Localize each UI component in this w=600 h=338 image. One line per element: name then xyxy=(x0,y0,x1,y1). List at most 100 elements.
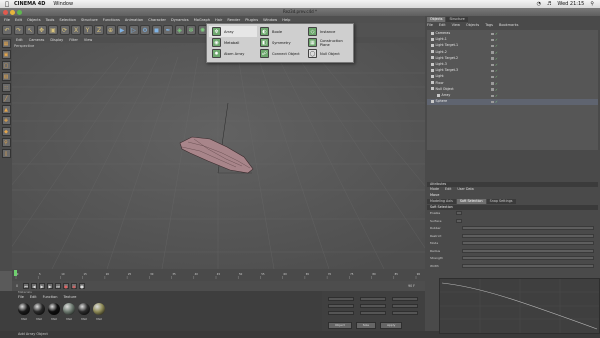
object-row[interactable]: Sphere ✓ xyxy=(427,99,598,105)
palette-item-array[interactable]: ✼ Array xyxy=(209,26,257,37)
menu-plugins[interactable]: Plugins xyxy=(245,18,258,22)
attribute-field[interactable] xyxy=(462,241,594,245)
object-row[interactable]: Light Target.3 ✓ xyxy=(427,68,598,74)
material-swatch[interactable] xyxy=(33,303,45,315)
next-key-icon[interactable]: ▶ xyxy=(47,283,54,289)
attributes-menu-user-data[interactable]: User Data xyxy=(457,187,473,191)
materials-menu-edit[interactable]: Edit xyxy=(30,295,37,299)
rot-p-field[interactable] xyxy=(392,304,418,308)
object-row[interactable]: Cameras ✓ xyxy=(427,31,598,37)
tab-snap-settings[interactable]: Snap Settings xyxy=(486,199,516,204)
render-picture-icon[interactable]: ▷ xyxy=(128,25,139,35)
pen-icon[interactable]: ✒ xyxy=(163,25,173,35)
material-swatch[interactable] xyxy=(48,303,60,315)
tab-structure[interactable]: Structure xyxy=(446,17,468,22)
pos-z-field[interactable] xyxy=(328,311,354,315)
object-row[interactable]: Light.3 ✓ xyxy=(427,62,598,68)
volume-icon[interactable]: ♬ xyxy=(547,1,551,7)
object-row[interactable]: Light.1 ✓ xyxy=(427,37,598,43)
tab-soft-selection[interactable]: Soft Selection xyxy=(456,199,486,204)
menu-objects[interactable]: Objects xyxy=(27,18,41,22)
palette-item-construction-plane[interactable]: ▦ Construction Plane xyxy=(305,37,353,48)
viewport-menu-cameras[interactable]: Cameras xyxy=(29,38,45,42)
frame-start-field[interactable]: 0 xyxy=(16,284,18,288)
attribute-field[interactable] xyxy=(462,233,594,238)
object-row[interactable]: Null Object ✓ xyxy=(427,87,598,93)
rot-b-field[interactable] xyxy=(392,311,418,315)
object-row[interactable]: Light Target.1 ✓ xyxy=(427,43,598,49)
tweak-mode-icon[interactable]: ◆ xyxy=(1,127,11,136)
attribute-field[interactable] xyxy=(462,263,594,268)
render-settings-icon[interactable]: ⚙ xyxy=(140,25,150,35)
object-row[interactable]: Array ✓ xyxy=(427,93,598,99)
palette-item-atom-array[interactable]: ✸ Atom Array xyxy=(209,48,257,59)
object-mode-dropdown[interactable]: Object xyxy=(328,322,352,329)
window-menu[interactable]: Window xyxy=(53,1,73,7)
enabled-check-icon[interactable]: ✓ xyxy=(495,100,498,106)
viewport-menu-filter[interactable]: Filter xyxy=(69,38,78,42)
go-to-end-icon[interactable]: ⏭ xyxy=(55,283,62,289)
attribute-field[interactable] xyxy=(462,226,594,230)
material-swatch[interactable] xyxy=(78,303,90,315)
array-tool-icon[interactable]: ✼ xyxy=(186,25,196,35)
palette-item-symmetry[interactable]: ◧ Symmetry xyxy=(257,37,305,48)
axis-y-icon[interactable]: Y xyxy=(82,25,93,35)
viewport-menu-view[interactable]: View xyxy=(84,38,92,42)
palette-item-instance[interactable]: ◇ Instance xyxy=(305,26,353,37)
render-view-icon[interactable]: ▶ xyxy=(117,25,127,35)
visibility-dot-icon[interactable] xyxy=(491,94,494,97)
menu-dynamics[interactable]: Dynamics xyxy=(171,18,189,22)
key-icon[interactable]: ● xyxy=(79,283,86,289)
make-editable-icon[interactable]: ▦ xyxy=(1,39,11,48)
palette-item-connect-object[interactable]: ☍ Connect Object xyxy=(257,48,305,59)
rotate-tool-icon[interactable]: ⟳ xyxy=(59,25,70,35)
record-icon[interactable]: ● xyxy=(63,283,70,289)
menu-file[interactable]: File xyxy=(4,18,10,22)
visibility-dot-icon[interactable] xyxy=(491,100,494,104)
subdivision-icon[interactable]: ◈ xyxy=(174,25,185,35)
coordinate-system-icon[interactable]: ⊕ xyxy=(105,25,116,35)
pos-x-field[interactable] xyxy=(328,297,354,301)
objects-menu-file[interactable]: File xyxy=(427,23,433,27)
materials-menu-function[interactable]: Function xyxy=(43,295,58,299)
rot-h-field[interactable] xyxy=(392,297,418,301)
attributes-menu-mode[interactable]: Mode xyxy=(430,187,439,191)
menu-functions[interactable]: Functions xyxy=(103,18,120,22)
viewport-menu-display[interactable]: Display xyxy=(50,38,63,42)
menu-selection[interactable]: Selection xyxy=(59,18,76,22)
menu-help[interactable]: Help xyxy=(282,18,290,22)
object-row[interactable]: Floor ✓ xyxy=(427,81,598,87)
visibility-dot-icon[interactable] xyxy=(491,44,494,48)
visibility-dot-icon[interactable] xyxy=(491,82,494,85)
prev-key-icon[interactable]: ◀ xyxy=(31,283,38,289)
materials-menu-texture[interactable]: Texture xyxy=(64,295,77,299)
materials-menu-file[interactable]: File xyxy=(18,295,24,299)
size-x-field[interactable] xyxy=(360,297,386,301)
material-swatch[interactable] xyxy=(63,303,75,315)
menu-window[interactable]: Window xyxy=(263,18,277,22)
palette-item-null-object[interactable]: ◯ Null Object xyxy=(305,48,353,59)
objects-menu-view[interactable]: View xyxy=(452,23,460,27)
play-icon[interactable]: ▶ xyxy=(39,283,46,289)
live-selection-icon[interactable]: ↖ xyxy=(25,25,35,35)
objects-menu-tags[interactable]: Tags xyxy=(485,23,493,27)
menu-edit[interactable]: Edit xyxy=(15,18,22,22)
attribute-field[interactable] xyxy=(462,248,594,253)
material-swatch[interactable] xyxy=(93,303,105,315)
3d-viewport[interactable]: Perspective xyxy=(12,43,425,269)
app-name[interactable]: CINEMA 4D xyxy=(14,1,45,7)
visibility-dot-icon[interactable] xyxy=(491,63,494,66)
cube-icon[interactable]: ◼ xyxy=(151,25,162,35)
timeline[interactable]: 0 5 10 15 20 25 30 35 40 45 50 55 60 65 70 75 80 85 90 xyxy=(12,269,425,281)
menu-character[interactable]: Character xyxy=(148,18,166,22)
menu-tools[interactable]: Tools xyxy=(46,18,55,22)
visibility-dot-icon[interactable] xyxy=(491,75,494,79)
model-mode-icon[interactable]: ▣ xyxy=(1,50,11,59)
menu-mograph[interactable]: MoGraph xyxy=(194,18,210,22)
clock[interactable]: Wed 21:15 xyxy=(557,1,584,7)
object-row[interactable]: Light.2 ✓ xyxy=(427,50,598,56)
frame-end-field[interactable]: 90 F xyxy=(408,284,415,288)
objects-menu-edit[interactable]: Edit xyxy=(439,23,446,27)
pos-y-field[interactable] xyxy=(328,304,354,308)
palette-item-boole[interactable]: ◐ Boole xyxy=(257,26,305,37)
